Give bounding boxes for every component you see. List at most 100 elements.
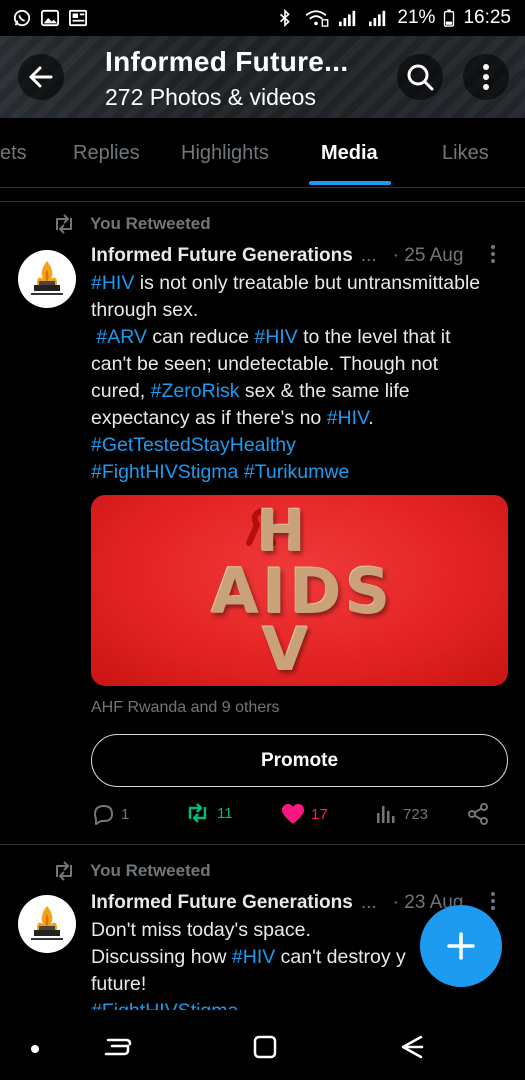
avatar[interactable] bbox=[18, 250, 76, 308]
hashtag-link[interactable]: #FightHIVStigma bbox=[91, 461, 238, 483]
hashtag-link[interactable]: #ZeroRisk bbox=[151, 380, 240, 402]
avatar[interactable] bbox=[18, 895, 76, 953]
search-button[interactable] bbox=[397, 54, 443, 100]
retweet-icon bbox=[56, 214, 72, 234]
retweet-icon bbox=[56, 861, 72, 881]
post-text-line: #ARV can reduce #HIV to the level that i… bbox=[91, 324, 511, 351]
post-text-segment: is not only treatable but untransmittabl… bbox=[134, 272, 481, 294]
retweet-button[interactable]: 11 bbox=[185, 803, 233, 823]
active-tab-indicator bbox=[309, 181, 391, 185]
status-bar: 21% 16:25 bbox=[0, 0, 525, 36]
post-divider bbox=[0, 201, 525, 202]
signal-icon bbox=[339, 10, 356, 27]
name-ellipsis: ... bbox=[360, 892, 377, 913]
tab-highlights[interactable]: Highlights bbox=[181, 142, 269, 165]
author-name[interactable]: Informed Future Generations bbox=[91, 245, 353, 267]
clock: 16:25 bbox=[463, 7, 511, 28]
news-icon bbox=[69, 9, 87, 27]
retweet-count: 11 bbox=[217, 804, 233, 822]
post-text-segment: can't be seen; undetectable. Though not bbox=[91, 353, 439, 375]
post-actions: 1 11 17 723 bbox=[91, 803, 491, 833]
recents-icon bbox=[104, 1038, 132, 1056]
post-text-segment: can reduce bbox=[147, 326, 255, 348]
wifi-icon bbox=[305, 10, 329, 27]
retweet-context: You Retweeted bbox=[52, 861, 211, 881]
post-text-segment: sex & the same life bbox=[239, 380, 410, 402]
promote-button[interactable]: Promote bbox=[91, 734, 508, 787]
retweet-icon bbox=[188, 803, 207, 823]
name-ellipsis: ... bbox=[360, 245, 377, 266]
post-text-segment: cured, bbox=[91, 380, 151, 402]
profile-header: Informed Future... 272 Photos & videos bbox=[0, 36, 525, 118]
media-letter-v: V bbox=[262, 615, 309, 685]
hashtag-link[interactable]: #GetTestedStayHealthy bbox=[91, 434, 296, 456]
post-text-segment: Discussing how bbox=[91, 946, 232, 968]
hashtag-link[interactable]: #HIV bbox=[254, 326, 297, 348]
org-logo bbox=[31, 261, 63, 295]
battery-icon bbox=[444, 9, 455, 27]
post-text-segment: can't destroy y bbox=[275, 946, 406, 968]
reply-count: 1 bbox=[121, 805, 130, 823]
media-count: 272 Photos & videos bbox=[105, 84, 316, 110]
post[interactable]: You Retweeted Informed Future Generation… bbox=[0, 188, 525, 844]
post-text-segment: future! bbox=[91, 973, 147, 995]
tab-posts[interactable]: ets bbox=[0, 142, 27, 165]
post-text-segment: Don't miss today's space. bbox=[91, 919, 311, 941]
back-button[interactable] bbox=[18, 54, 64, 100]
post-text-segment: to the level that it bbox=[297, 326, 451, 348]
home-icon bbox=[253, 1035, 277, 1059]
search-icon bbox=[407, 64, 434, 91]
post-text-line: cured, #ZeroRisk sex & the same life bbox=[91, 378, 511, 405]
post-more-button[interactable] bbox=[490, 891, 496, 917]
liked-by-text[interactable]: AHF Rwanda and 9 others bbox=[91, 699, 280, 717]
post-text-segment: through sex. bbox=[91, 299, 199, 321]
bluetooth-icon bbox=[280, 9, 291, 27]
post-text-line: #FightHIVStigma bbox=[91, 998, 511, 1010]
hashtag-link[interactable]: #HIV bbox=[232, 946, 275, 968]
author-name[interactable]: Informed Future Generations bbox=[91, 892, 353, 914]
gallery-icon bbox=[41, 9, 59, 27]
reply-icon bbox=[94, 805, 113, 825]
post-text-segment: . bbox=[368, 407, 374, 429]
hashtag-link[interactable]: #FightHIVStigma bbox=[91, 1000, 238, 1010]
hashtag-link[interactable]: #HIV bbox=[327, 407, 369, 429]
system-back-button[interactable] bbox=[398, 1034, 424, 1065]
post-text-line: #GetTestedStayHealthy bbox=[91, 432, 511, 459]
more-vertical-icon bbox=[491, 892, 495, 910]
org-logo bbox=[31, 906, 63, 940]
hashtag-link[interactable]: #Turikumwe bbox=[244, 461, 349, 483]
post-media-image[interactable]: H AIDS V bbox=[91, 495, 508, 686]
hashtag-link[interactable]: #HIV bbox=[91, 272, 134, 294]
post-date[interactable]: · 25 Aug bbox=[393, 245, 464, 267]
signal-icon bbox=[369, 10, 386, 27]
post-more-button[interactable] bbox=[490, 244, 496, 270]
post-header: Informed Future Generations ... · 25 Aug bbox=[91, 245, 511, 267]
tab-media[interactable]: Media bbox=[321, 142, 378, 165]
reply-button[interactable]: 1 bbox=[91, 803, 129, 825]
like-count: 17 bbox=[311, 805, 328, 823]
tab-replies[interactable]: Replies bbox=[73, 142, 140, 165]
post-text-line: #FightHIVStigma #Turikumwe bbox=[91, 459, 511, 486]
nav-dot bbox=[30, 1041, 40, 1059]
post-text-line: expectancy as if there's no #HIV. bbox=[91, 405, 511, 432]
post-text: #HIV is not only treatable but untransmi… bbox=[91, 270, 511, 486]
post-text-segment: expectancy as if there's no bbox=[91, 407, 327, 429]
share-icon bbox=[468, 803, 488, 825]
more-options-button[interactable] bbox=[463, 54, 509, 100]
recent-apps-button[interactable] bbox=[104, 1034, 132, 1065]
heart-filled-icon bbox=[282, 804, 304, 824]
home-button[interactable] bbox=[252, 1034, 278, 1065]
more-vertical-icon bbox=[491, 245, 495, 263]
post-text-line: #HIV is not only treatable but untransmi… bbox=[91, 270, 511, 297]
hashtag-link[interactable]: #ARV bbox=[96, 326, 147, 348]
compose-button[interactable] bbox=[420, 905, 502, 987]
arrow-left-icon bbox=[29, 66, 53, 88]
views-button[interactable]: 723 bbox=[375, 803, 428, 825]
retweet-label: You Retweeted bbox=[90, 861, 211, 880]
battery-percent: 21% bbox=[397, 7, 436, 28]
like-button[interactable]: 17 bbox=[281, 803, 328, 825]
profile-title: Informed Future... bbox=[105, 46, 349, 77]
tab-likes[interactable]: Likes bbox=[442, 142, 489, 165]
share-button[interactable] bbox=[467, 803, 489, 825]
system-navigation-bar bbox=[0, 1010, 525, 1080]
